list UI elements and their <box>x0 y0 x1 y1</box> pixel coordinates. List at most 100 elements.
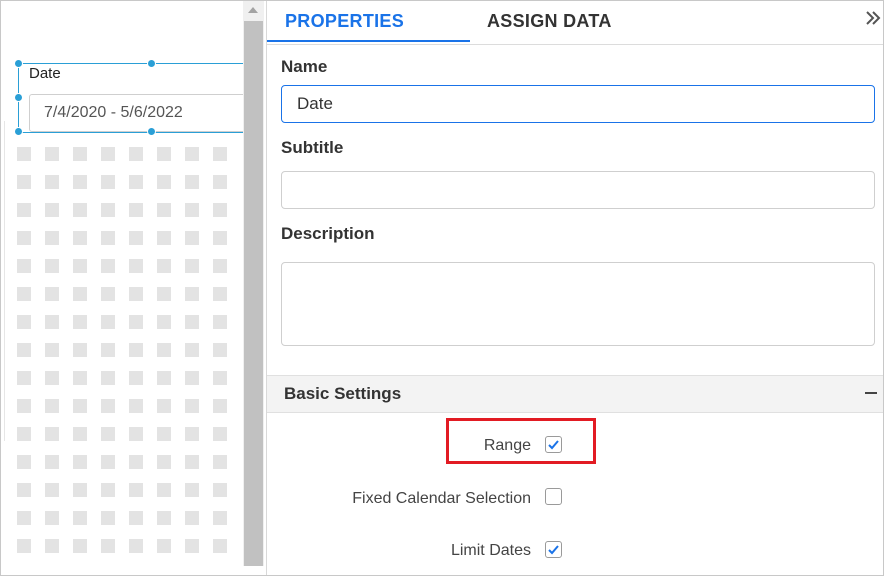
grid-dot <box>157 399 171 413</box>
grid-dot <box>129 259 143 273</box>
grid-dot <box>101 539 115 553</box>
grid-dot <box>17 259 31 273</box>
description-textarea[interactable] <box>281 262 875 346</box>
grid-dot <box>17 147 31 161</box>
grid-dot <box>129 371 143 385</box>
grid-dot <box>185 343 199 357</box>
grid-dot <box>213 315 227 329</box>
grid-dot <box>45 483 59 497</box>
grid-dot <box>73 175 87 189</box>
grid-dot <box>73 147 87 161</box>
description-label: Description <box>281 224 375 243</box>
grid-dot <box>213 483 227 497</box>
basic-settings-header[interactable]: Basic Settings <box>267 375 883 413</box>
grid-dot <box>73 455 87 469</box>
resize-handle-top-middle[interactable] <box>147 59 156 68</box>
grid-dot <box>45 371 59 385</box>
grid-dot <box>45 427 59 441</box>
double-chevron-right-icon[interactable] <box>864 9 882 33</box>
design-canvas[interactable]: Date 7/4/2020 - 5/6/2022 <box>1 1 243 566</box>
grid-dot <box>213 175 227 189</box>
canvas-grid <box>17 147 227 553</box>
grid-dot <box>157 371 171 385</box>
date-filter-widget[interactable]: Date 7/4/2020 - 5/6/2022 <box>18 63 243 133</box>
grid-dot <box>213 231 227 245</box>
window-frame: Date 7/4/2020 - 5/6/2022 PROPERTIES ASSI… <box>0 0 884 576</box>
grid-dot <box>157 203 171 217</box>
grid-dot <box>17 371 31 385</box>
grid-dot <box>213 259 227 273</box>
grid-dot <box>101 259 115 273</box>
grid-dot <box>213 539 227 553</box>
resize-handle-bottom-left[interactable] <box>14 127 23 136</box>
canvas-scrollbar[interactable] <box>243 1 264 566</box>
grid-dot <box>45 259 59 273</box>
grid-dot <box>101 483 115 497</box>
date-range-input[interactable]: 7/4/2020 - 5/6/2022 <box>29 94 243 132</box>
limit-dates-label: Limit Dates <box>450 542 531 559</box>
grid-dot <box>45 175 59 189</box>
grid-dot <box>73 287 87 301</box>
grid-dot <box>73 427 87 441</box>
grid-dot <box>157 175 171 189</box>
grid-dot <box>45 399 59 413</box>
grid-dot <box>129 203 143 217</box>
grid-dot <box>101 399 115 413</box>
grid-dot <box>17 231 31 245</box>
tab-properties[interactable]: PROPERTIES <box>267 1 470 42</box>
fixed-calendar-selection-checkbox[interactable] <box>545 488 562 505</box>
grid-dot <box>213 455 227 469</box>
resize-handle-bottom-middle[interactable] <box>147 127 156 136</box>
grid-dot <box>213 511 227 525</box>
name-input[interactable] <box>281 85 875 123</box>
grid-dot <box>101 371 115 385</box>
resize-handle-middle-left[interactable] <box>14 93 23 102</box>
scrollbar-thumb[interactable] <box>244 21 263 566</box>
limit-dates-checkbox[interactable] <box>545 541 562 558</box>
grid-dot <box>157 427 171 441</box>
grid-dot <box>101 231 115 245</box>
resize-handle-top-left[interactable] <box>14 59 23 68</box>
grid-dot <box>213 287 227 301</box>
grid-dot <box>73 231 87 245</box>
grid-dot <box>129 427 143 441</box>
grid-dot <box>73 343 87 357</box>
grid-dot <box>17 511 31 525</box>
grid-dot <box>17 343 31 357</box>
grid-dot <box>17 315 31 329</box>
grid-dot <box>129 287 143 301</box>
grid-dot <box>17 203 31 217</box>
grid-dot <box>17 399 31 413</box>
minus-icon[interactable] <box>864 380 878 410</box>
grid-dot <box>157 483 171 497</box>
basic-settings-title: Basic Settings <box>284 384 402 403</box>
scroll-up-arrow-icon[interactable] <box>248 7 258 13</box>
grid-dot <box>185 539 199 553</box>
grid-dot <box>101 203 115 217</box>
grid-dot <box>73 483 87 497</box>
grid-dot <box>73 259 87 273</box>
grid-dot <box>185 147 199 161</box>
grid-dot <box>45 343 59 357</box>
grid-dot <box>157 259 171 273</box>
widget-title: Date <box>29 65 61 82</box>
grid-dot <box>129 539 143 553</box>
canvas-bottom-strip <box>1 566 264 575</box>
grid-dot <box>213 427 227 441</box>
properties-panel: PROPERTIES ASSIGN DATA Name Subtitle Des… <box>266 1 883 575</box>
grid-dot <box>129 399 143 413</box>
fixed-calendar-selection-label: Fixed Calendar Selection <box>352 490 531 507</box>
grid-dot <box>101 511 115 525</box>
grid-dot <box>185 483 199 497</box>
grid-dot <box>157 287 171 301</box>
grid-dot <box>129 511 143 525</box>
grid-dot <box>185 287 199 301</box>
subtitle-input[interactable] <box>281 171 875 209</box>
grid-dot <box>45 147 59 161</box>
grid-dot <box>101 175 115 189</box>
tab-assign-data[interactable]: ASSIGN DATA <box>487 1 667 42</box>
grid-dot <box>157 455 171 469</box>
grid-dot <box>17 287 31 301</box>
grid-dot <box>157 511 171 525</box>
grid-dot <box>129 147 143 161</box>
